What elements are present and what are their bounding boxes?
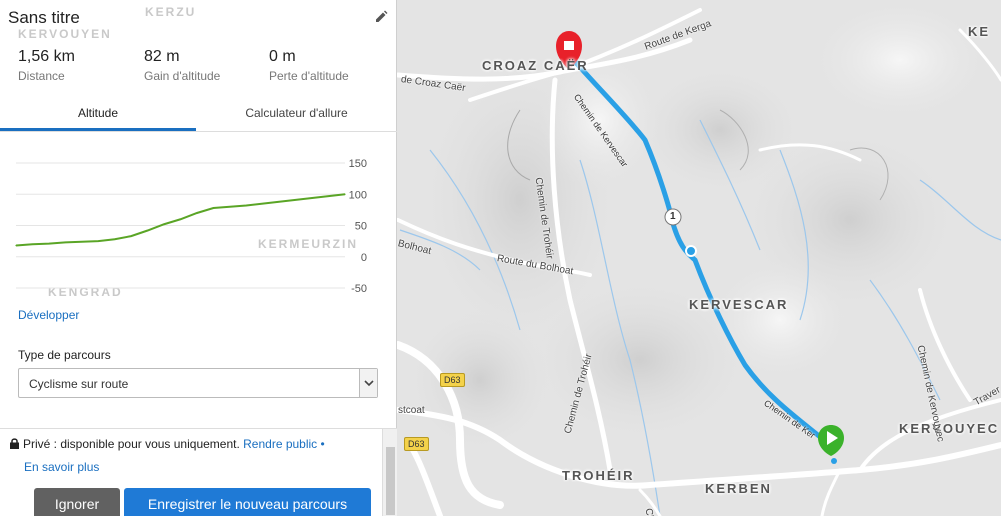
elevation-point [278, 201, 280, 203]
privacy-bullet: • [320, 437, 325, 451]
ignore-button[interactable]: Ignorer [34, 488, 120, 516]
learn-more-link[interactable]: En savoir plus [24, 460, 99, 474]
elevation-point [327, 195, 330, 197]
elevation-point [147, 229, 149, 232]
chart-ytick-label: 0 [361, 252, 367, 264]
elevation-point [196, 212, 198, 214]
elevation-point [179, 218, 182, 220]
stat-elevation-gain: 82 m Gain d'altitude [144, 48, 220, 83]
road-ch: Ch [642, 507, 656, 516]
elevation-point [163, 223, 165, 225]
elevation-point [97, 240, 99, 242]
tab-pace-calculator[interactable]: Calculateur d'allure [196, 98, 397, 131]
footer-scrollbar[interactable] [382, 429, 397, 516]
road-estcoat: stcoat [398, 405, 425, 416]
elevation-point [31, 243, 34, 245]
elevation-point [130, 235, 132, 237]
stat-distance-value: 1,56 km [18, 48, 75, 65]
place-ke: KE [968, 24, 991, 39]
privacy-text: Privé : disponible pour vous uniquement. [23, 437, 240, 451]
elevation-line [15, 193, 346, 247]
stat-distance-label: Distance [18, 69, 65, 83]
route-point-marker[interactable] [685, 245, 697, 257]
make-public-link[interactable]: Rendre public [243, 437, 317, 451]
route-type-value: Cyclisme sur route [29, 377, 129, 391]
stat-gain-value: 82 m [144, 48, 180, 65]
privacy-notice: Privé : disponible pour vous uniquement.… [10, 437, 325, 452]
stat-distance: 1,56 km Distance [18, 48, 75, 83]
panel-tabs: Altitude Calculateur d'allure [0, 98, 397, 132]
elevation-point [344, 193, 346, 195]
stat-loss-value: 0 m [269, 48, 296, 65]
place-kerben: KERBEN [705, 481, 772, 496]
route-panel: KERZU KERVOUYEN KERMEURZIN KENGRAD Sans … [0, 0, 397, 516]
elevation-point [114, 238, 116, 240]
elevation-point [48, 243, 50, 245]
elevation-point [245, 204, 247, 207]
waypoint-label: 1 [670, 211, 676, 222]
elevation-point [15, 244, 17, 247]
chart-ytick-label: 50 [355, 221, 367, 233]
route-builder-app: 1 CROAZ CAËR KERVESCAR KERVOUYEC TROHÉIR… [0, 0, 1001, 516]
route-title[interactable]: Sans titre [8, 8, 80, 27]
elevation-point [229, 206, 231, 208]
route-type-select[interactable]: Cyclisme sur route [18, 368, 378, 398]
tab-altitude[interactable]: Altitude [0, 98, 196, 131]
route-type-label: Type de parcours [18, 348, 111, 362]
elevation-point [262, 203, 264, 205]
stat-gain-label: Gain d'altitude [144, 69, 221, 83]
road-shield-d63-2: D63 [404, 437, 429, 451]
elevation-chart: 150 100 50 0 -50 [10, 150, 390, 300]
chart-ytick-label: 100 [349, 189, 367, 201]
save-route-button[interactable]: Enregistrer le nouveau parcours [124, 488, 371, 516]
elevation-point [212, 207, 214, 209]
route-title-row: Sans titre [8, 8, 388, 30]
place-kervouyec: KERVOUYEC [899, 421, 1000, 436]
elevation-point [81, 241, 83, 243]
road-shield-d63: D63 [440, 373, 465, 387]
stat-loss-label: Perte d'altitude [269, 69, 349, 83]
place-troheir: TROHÉIR [562, 468, 635, 483]
elevation-point [295, 199, 297, 201]
pencil-icon[interactable] [374, 10, 388, 24]
place-kervescar: KERVESCAR [689, 297, 789, 312]
lock-icon [10, 438, 19, 452]
elevation-point [64, 241, 66, 243]
chevron-down-icon[interactable] [359, 369, 377, 397]
place-croaz-caer: CROAZ CAËR [482, 58, 589, 73]
panel-footer: Privé : disponible pour vous uniquement.… [0, 428, 397, 516]
scrollbar-thumb[interactable] [386, 447, 395, 515]
expand-link[interactable]: Développer [18, 308, 79, 322]
chart-ytick-label: 150 [349, 158, 367, 170]
chart-ytick-label: -50 [351, 283, 367, 295]
elevation-point [311, 197, 313, 199]
elevation-chart-svg: 150 100 50 0 -50 [15, 158, 367, 295]
stat-elevation-loss: 0 m Perte d'altitude [269, 48, 349, 83]
